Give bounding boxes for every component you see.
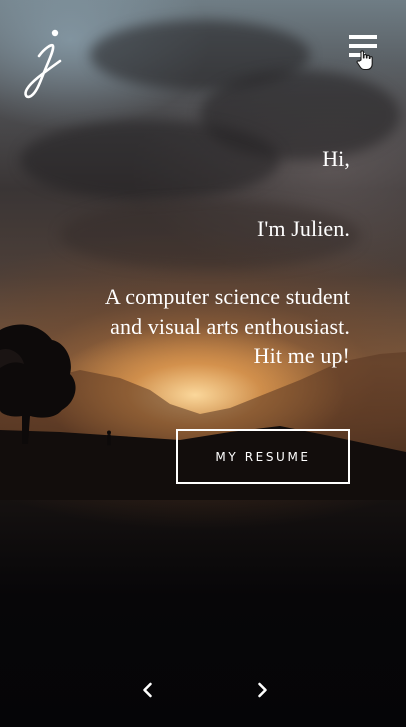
resume-button[interactable]: MY RESUME xyxy=(176,429,350,484)
menu-button[interactable] xyxy=(346,32,380,71)
intro-text: I'm Julien. xyxy=(256,215,350,241)
j-script-logo-icon xyxy=(24,29,62,99)
hero-text: Hi, I'm Julien. A computer science stude… xyxy=(50,144,350,371)
tagline-line-3: Hit me up! xyxy=(253,343,350,368)
person-silhouette xyxy=(107,430,111,446)
resume-button-label: MY RESUME xyxy=(215,449,311,464)
next-slide-button[interactable] xyxy=(252,680,272,700)
tagline-line-1: A computer science student xyxy=(104,284,350,309)
logo[interactable] xyxy=(22,26,66,100)
previous-slide-button[interactable] xyxy=(138,680,158,700)
hand-cursor-icon xyxy=(356,50,373,71)
chevron-left-icon xyxy=(143,682,152,698)
chevron-right-icon xyxy=(258,682,267,698)
tagline-line-2: and visual arts enthousiast. xyxy=(110,313,350,339)
greeting-text: Hi, xyxy=(322,146,350,171)
